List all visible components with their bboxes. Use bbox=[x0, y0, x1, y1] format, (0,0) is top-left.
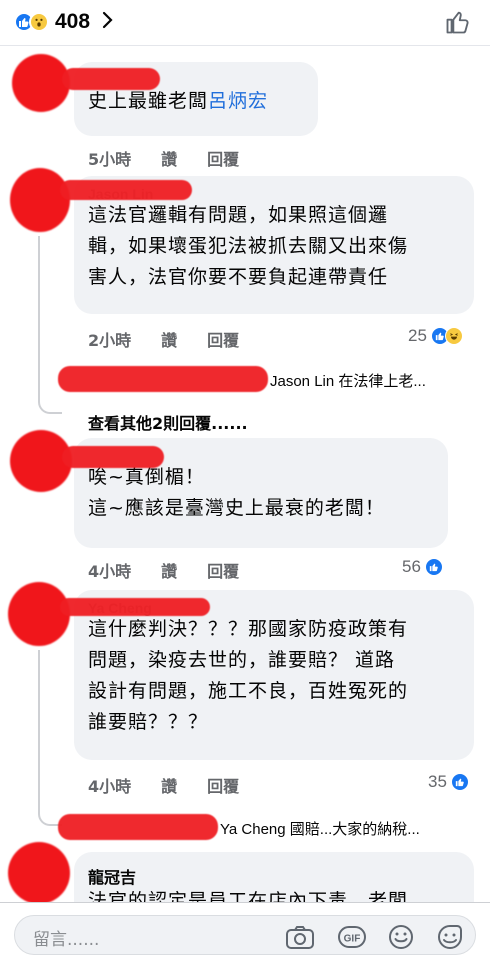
reaction-count: 35 bbox=[428, 772, 447, 791]
reaction-summary[interactable]: 408 bbox=[14, 10, 114, 34]
chevron-right-icon[interactable] bbox=[102, 11, 114, 33]
reaction-count: 408 bbox=[55, 10, 91, 33]
sticker-icon[interactable] bbox=[435, 922, 465, 956]
commenter-name[interactable]: 龍冠吉 bbox=[88, 864, 460, 887]
comment-composer: 留言...... GIF bbox=[0, 902, 490, 960]
svg-text:GIF: GIF bbox=[344, 934, 361, 945]
redaction-mark bbox=[60, 598, 210, 616]
redaction-mark bbox=[60, 180, 192, 200]
view-more-replies-link[interactable]: 查看其他2則回覆...... bbox=[88, 410, 248, 434]
thread-line bbox=[38, 650, 62, 826]
comment-placeholder: 留言...... bbox=[33, 930, 100, 950]
avatar[interactable] bbox=[8, 582, 70, 646]
comment-line: 這~應該是臺灣史上最衰的老闆！ bbox=[88, 497, 385, 519]
reaction-count: 56 bbox=[402, 557, 421, 576]
comment-actions: 5小時 讚 回覆 bbox=[88, 146, 269, 170]
wow-reaction-icon bbox=[29, 12, 49, 32]
reactions-header: 408 bbox=[0, 0, 490, 46]
comment-time: 5小時 bbox=[88, 150, 132, 169]
like-button[interactable]: 讚 bbox=[161, 146, 177, 170]
comment-line: 害人，法官你要不要負起連帶責任 bbox=[88, 266, 389, 288]
comment-line: 這什麼判決？？？那國家防疫政策有 bbox=[88, 618, 409, 640]
avatar[interactable] bbox=[12, 54, 70, 112]
comment-time: 4小時 bbox=[88, 777, 132, 796]
comment-actions: 4小時 讚 回覆 bbox=[88, 558, 269, 582]
redaction-mark bbox=[58, 366, 268, 392]
redaction-mark bbox=[58, 814, 218, 840]
reaction-count: 25 bbox=[408, 326, 427, 345]
comment-text: 史上最雖老闆呂炳宏 bbox=[88, 90, 269, 112]
like-button[interactable]: 讚 bbox=[161, 773, 177, 797]
comment-line: 這法官邏輯有問題，如果照這個邏 bbox=[88, 204, 389, 226]
redaction-mark bbox=[62, 446, 164, 468]
avatar[interactable] bbox=[8, 842, 70, 904]
comment-line: 誰要賠？？？ bbox=[88, 711, 209, 733]
like-button[interactable]: 讚 bbox=[161, 558, 177, 582]
reply-button[interactable]: 回覆 bbox=[207, 558, 239, 582]
comment-time: 4小時 bbox=[88, 562, 132, 581]
comment-line: 設計有問題，施工不良，百姓冤死的 bbox=[88, 680, 409, 702]
reply-button[interactable]: 回覆 bbox=[207, 146, 239, 170]
comment-actions: 2小時 讚 回覆 bbox=[88, 327, 269, 351]
thumbs-up-icon[interactable] bbox=[444, 8, 472, 40]
thread-line bbox=[38, 236, 62, 414]
redaction-mark bbox=[62, 68, 160, 90]
reaction-summary[interactable]: 56 bbox=[402, 557, 443, 577]
gif-icon[interactable]: GIF bbox=[337, 924, 367, 954]
comment-input[interactable]: 留言...... GIF bbox=[14, 915, 476, 955]
comment-time: 2小時 bbox=[88, 331, 132, 350]
comment-line: 問題，染疫去世的，誰要賠？ 道路 bbox=[88, 649, 396, 671]
reaction-summary[interactable]: 25 bbox=[408, 326, 463, 346]
camera-icon[interactable] bbox=[285, 924, 315, 954]
comment-actions: 4小時 讚 回覆 bbox=[88, 773, 269, 797]
reaction-summary[interactable]: 35 bbox=[428, 772, 469, 792]
comment-line: 輯，如果壞蛋犯法被抓去關又出來傷 bbox=[88, 235, 409, 257]
reply-button[interactable]: 回覆 bbox=[207, 327, 239, 351]
reply-button[interactable]: 回覆 bbox=[207, 773, 239, 797]
mention-link[interactable]: 呂炳宏 bbox=[208, 90, 268, 112]
like-button[interactable]: 讚 bbox=[161, 327, 177, 351]
haha-reaction-icon bbox=[444, 327, 463, 345]
emoji-icon[interactable] bbox=[387, 923, 415, 955]
avatar[interactable] bbox=[10, 168, 70, 232]
like-reaction-icon bbox=[450, 773, 469, 791]
like-reaction-icon bbox=[424, 558, 443, 576]
